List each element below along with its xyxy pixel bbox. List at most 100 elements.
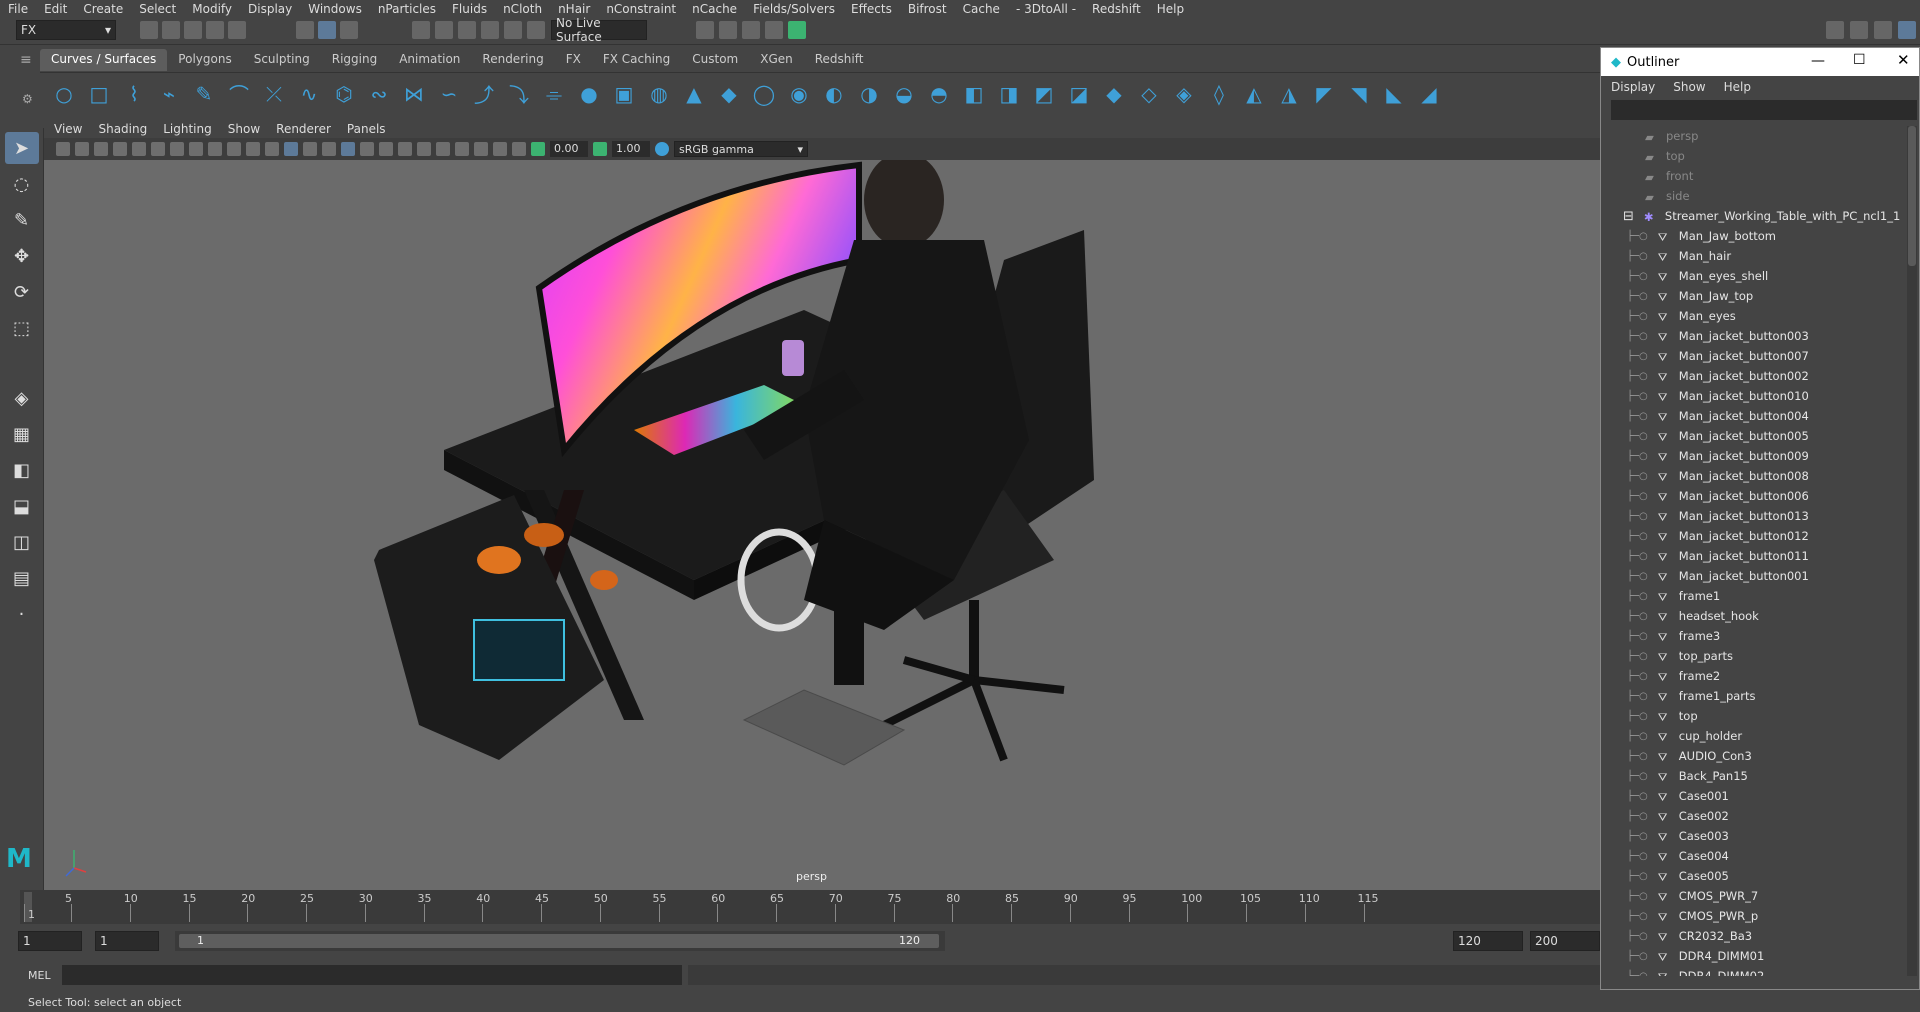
outliner-mesh-item[interactable]: ├─○ ⛛ Man_jacket_button002 xyxy=(1605,366,1905,386)
screen-space-ao-icon[interactable] xyxy=(379,142,393,156)
outliner-menu-show[interactable]: Show xyxy=(1673,80,1705,94)
playback-start-field[interactable]: 1 xyxy=(95,931,159,951)
outliner-mesh-item[interactable]: ├─○ ⛛ Man_jacket_button005 xyxy=(1605,426,1905,446)
menu-redshift[interactable]: Redshift xyxy=(1092,2,1141,16)
render-frame-icon[interactable] xyxy=(696,21,714,39)
film-gate-icon[interactable] xyxy=(170,142,184,156)
command-input[interactable] xyxy=(62,965,682,985)
curve-offset-icon[interactable]: ⤵ xyxy=(505,80,533,108)
use-all-lights-icon[interactable] xyxy=(341,142,355,156)
outliner-mesh-item[interactable]: ├─○ ⛛ Man_jacket_button004 xyxy=(1605,406,1905,426)
shelf-tab-custom[interactable]: Custom xyxy=(681,49,749,71)
safe-action-icon[interactable] xyxy=(246,142,260,156)
shelf-tab-curves-surfaces[interactable]: Curves / Surfaces xyxy=(40,49,168,71)
panel-menu-view[interactable]: View xyxy=(54,122,82,136)
square-surface-icon[interactable]: ◧ xyxy=(960,80,988,108)
outliner-mesh-item[interactable]: ├─○ ⛛ Man_jacket_button009 xyxy=(1605,446,1905,466)
hierarchy-mode-icon[interactable] xyxy=(296,21,314,39)
redo-icon[interactable] xyxy=(228,21,246,39)
range-slider-handle[interactable]: 1 120 xyxy=(179,934,939,948)
persp-graph-layout-icon[interactable]: ⬓ xyxy=(5,490,39,522)
circle-icon[interactable]: ○ xyxy=(50,80,78,108)
rebuild-surface-icon[interactable]: ◈ xyxy=(1170,80,1198,108)
modeling-toolkit-icon[interactable] xyxy=(1826,21,1844,39)
minimize-icon[interactable]: — xyxy=(1811,53,1825,69)
grease-pencil-icon[interactable] xyxy=(132,142,146,156)
exposure-field[interactable]: 0.00 xyxy=(550,141,588,157)
smooth-shade-icon[interactable] xyxy=(284,142,298,156)
outliner-group-item[interactable]: ⊟ ✱ Streamer_Working_Table_with_PC_ncl1_1 xyxy=(1605,206,1905,226)
field-chart-icon[interactable] xyxy=(227,142,241,156)
outliner-mesh-item[interactable]: ├─○ ⛛ Man_jacket_button010 xyxy=(1605,386,1905,406)
curve-extend-icon[interactable]: ⤴ xyxy=(470,80,498,108)
outliner-camera-item[interactable]: ▰ front xyxy=(1605,166,1905,186)
render-view-icon[interactable] xyxy=(788,21,806,39)
outliner-scrollbar[interactable] xyxy=(1907,126,1917,976)
sculpt-icon[interactable]: ◣ xyxy=(1380,80,1408,108)
curve-fillet-icon[interactable]: ⌯ xyxy=(540,80,568,108)
curve-reverse-icon[interactable]: ∽ xyxy=(435,80,463,108)
cylinder-icon[interactable]: ◍ xyxy=(645,80,673,108)
anti-alias-icon[interactable] xyxy=(417,142,431,156)
menu-ncloth[interactable]: nCloth xyxy=(503,2,542,16)
attribute-editor-icon[interactable] xyxy=(1850,21,1868,39)
menu-nconstraint[interactable]: nConstraint xyxy=(606,2,676,16)
sphere-icon[interactable]: ● xyxy=(575,80,603,108)
persp-uv-layout-icon[interactable]: ▤ xyxy=(5,562,39,594)
project-icon[interactable]: ◪ xyxy=(1065,80,1093,108)
outliner-mesh-item[interactable]: ├─○ ⛛ Man_Jaw_bottom xyxy=(1605,226,1905,246)
bevel-icon[interactable]: ◨ xyxy=(995,80,1023,108)
outliner-mesh-item[interactable]: ├─○ ⛛ CMOS_PWR_p xyxy=(1605,906,1905,926)
menu-select[interactable]: Select xyxy=(139,2,176,16)
menu-3dtoall[interactable]: - 3DtoAll - xyxy=(1016,2,1076,16)
gate-mask-icon[interactable] xyxy=(208,142,222,156)
new-scene-icon[interactable] xyxy=(140,21,158,39)
shelf-tab-redshift[interactable]: Redshift xyxy=(804,49,875,71)
snap-surface-icon[interactable] xyxy=(504,21,522,39)
panel-menu-renderer[interactable]: Renderer xyxy=(276,122,331,136)
shadows-icon[interactable] xyxy=(360,142,374,156)
outliner-mesh-item[interactable]: ├─○ ⛛ CMOS_PWR_7 xyxy=(1605,886,1905,906)
intersect-icon[interactable]: ◩ xyxy=(1030,80,1058,108)
shelf-tab-rendering[interactable]: Rendering xyxy=(471,49,554,71)
menu-help[interactable]: Help xyxy=(1157,2,1184,16)
render-settings-icon[interactable] xyxy=(742,21,760,39)
end-frame-field[interactable]: 200 xyxy=(1530,931,1600,951)
undo-icon[interactable] xyxy=(206,21,224,39)
shelf-tab-rigging[interactable]: Rigging xyxy=(321,49,388,71)
outliner-search-input[interactable] xyxy=(1611,100,1917,120)
outliner-mesh-item[interactable]: ├─○ ⛛ Man_jacket_button008 xyxy=(1605,466,1905,486)
command-language-label[interactable]: MEL xyxy=(28,969,51,982)
tool-settings-icon[interactable] xyxy=(1874,21,1892,39)
panel-menu-panels[interactable]: Panels xyxy=(347,122,386,136)
outliner-menu-help[interactable]: Help xyxy=(1724,80,1751,94)
outliner-mesh-item[interactable]: ├─○ ⛛ Case003 xyxy=(1605,826,1905,846)
curve-attach-icon[interactable]: ⌬ xyxy=(330,80,358,108)
pencil-curve-icon[interactable]: ✎ xyxy=(190,80,218,108)
detach-surface-icon[interactable]: ◭ xyxy=(1240,80,1268,108)
channel-box-icon[interactable] xyxy=(1898,21,1916,39)
fillet-icon[interactable]: ◤ xyxy=(1310,80,1338,108)
gamma-icon[interactable] xyxy=(593,142,607,156)
outliner-mesh-item[interactable]: ├─○ ⛛ Man_jacket_button001 xyxy=(1605,566,1905,586)
scale-tool-icon[interactable]: ⬚ xyxy=(5,312,39,344)
snap-vertex-icon[interactable] xyxy=(527,21,545,39)
outliner-mesh-item[interactable]: ├─○ ⛛ Man_jacket_button006 xyxy=(1605,486,1905,506)
snap-curve-icon[interactable] xyxy=(435,21,453,39)
outliner-menu-display[interactable]: Display xyxy=(1611,80,1655,94)
color-space-dropdown[interactable]: sRGB gamma ▾ xyxy=(674,141,808,157)
planar-icon[interactable]: ◑ xyxy=(855,80,883,108)
bookmark-icon[interactable] xyxy=(94,142,108,156)
menu-nparticles[interactable]: nParticles xyxy=(378,2,436,16)
xray-icon[interactable] xyxy=(474,142,488,156)
snap-point-icon[interactable] xyxy=(458,21,476,39)
curve-cut-icon[interactable]: ∿ xyxy=(295,80,323,108)
outliner-mesh-item[interactable]: ├─○ ⛛ Man_Jaw_top xyxy=(1605,286,1905,306)
revolve-icon[interactable]: ◉ xyxy=(785,80,813,108)
wireframe-icon[interactable] xyxy=(265,142,279,156)
outliner-mesh-item[interactable]: ├─○ ⛛ Man_jacket_button013 xyxy=(1605,506,1905,526)
outliner-mesh-item[interactable]: ├─○ ⛛ DDR4_DIMM02 xyxy=(1605,966,1905,976)
camera-attributes-icon[interactable] xyxy=(75,142,89,156)
attach-surface-icon[interactable]: ◊ xyxy=(1205,80,1233,108)
menuset-dropdown[interactable]: FX ▾ xyxy=(16,20,116,40)
